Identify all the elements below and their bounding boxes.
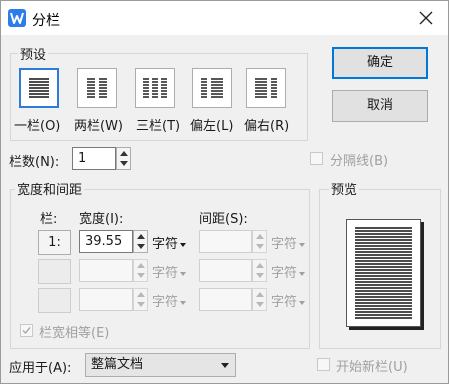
spacing-header: 间距(S):	[199, 212, 248, 227]
title-bar: 分栏	[1, 1, 448, 35]
spin-down-icon	[256, 273, 264, 278]
spacing-spinner-2[interactable]	[252, 259, 267, 282]
spacing-input-1[interactable]	[199, 230, 252, 253]
separator-checkbox[interactable]	[310, 152, 323, 165]
column-number-2	[38, 259, 71, 284]
spin-up-icon	[256, 292, 264, 297]
preset-label-one: 一栏(O)	[14, 119, 61, 134]
one-column-icon	[29, 78, 49, 98]
separator-label: 分隔线(B)	[330, 154, 389, 169]
preset-right[interactable]	[246, 68, 286, 108]
spin-down-icon	[137, 302, 145, 307]
width-spacing-section-label: 宽度和间距	[15, 179, 85, 198]
preset-label-left: 偏左(L)	[190, 119, 234, 134]
preset-label-right: 偏右(R)	[244, 119, 290, 134]
width-spinner-2[interactable]	[133, 259, 148, 282]
ok-button[interactable]: 确定	[332, 47, 428, 79]
chevron-down-icon	[299, 242, 306, 247]
right-columns-icon	[255, 78, 277, 98]
spacing-unit-1[interactable]: 字符	[271, 233, 306, 252]
two-columns-icon	[87, 78, 107, 98]
chevron-down-icon	[299, 271, 306, 276]
spacing-input-2[interactable]	[199, 259, 252, 282]
preset-label-three: 三栏(T)	[136, 119, 181, 134]
spin-down-icon	[256, 302, 264, 307]
spin-up-icon	[137, 263, 145, 268]
preset-two-columns[interactable]	[77, 68, 117, 108]
chevron-down-icon	[299, 300, 306, 305]
spacing-unit-2[interactable]: 字符	[271, 262, 306, 281]
column-number-1: 1:	[38, 230, 71, 255]
close-icon	[419, 11, 433, 25]
equal-width-label: 栏宽相等(E)	[39, 326, 110, 341]
width-header: 宽度(I):	[79, 212, 124, 227]
three-columns-icon	[143, 78, 167, 98]
width-input-1[interactable]: 39.55	[79, 230, 133, 253]
spin-up-icon	[256, 263, 264, 268]
spin-up-icon	[120, 151, 128, 156]
col-header: 栏:	[40, 212, 58, 227]
chevron-down-icon	[180, 242, 187, 247]
presets-section-label: 预设	[18, 44, 49, 63]
spin-down-icon	[256, 244, 264, 249]
preview-text-lines	[355, 227, 412, 319]
column-number-3	[38, 288, 71, 313]
spin-up-icon	[256, 234, 264, 239]
width-spinner-3[interactable]	[133, 288, 148, 311]
new-column-label: 开始新栏(U)	[336, 360, 408, 375]
preset-left[interactable]	[192, 68, 232, 108]
preview-label: 预览	[329, 179, 360, 198]
chevron-down-icon	[221, 363, 229, 368]
chevron-down-icon	[180, 271, 187, 276]
width-input-2[interactable]	[79, 259, 133, 282]
width-unit-3[interactable]: 字符	[152, 291, 187, 310]
spin-down-icon	[137, 273, 145, 278]
new-column-checkbox[interactable]	[317, 358, 330, 371]
spin-down-icon	[120, 161, 128, 166]
left-columns-icon	[201, 78, 223, 98]
cancel-button[interactable]: 取消	[332, 90, 428, 122]
width-input-3[interactable]	[79, 288, 133, 311]
width-unit-1[interactable]: 字符	[152, 233, 187, 252]
chevron-down-icon	[180, 300, 187, 305]
window-title: 分栏	[32, 13, 60, 29]
spin-up-icon	[137, 234, 145, 239]
width-spinner-1[interactable]	[133, 230, 148, 253]
preset-three-columns[interactable]	[135, 68, 175, 108]
spin-down-icon	[137, 244, 145, 249]
spacing-spinner-1[interactable]	[252, 230, 267, 253]
spin-up-icon	[137, 292, 145, 297]
width-unit-2[interactable]: 字符	[152, 262, 187, 281]
spacing-spinner-3[interactable]	[252, 288, 267, 311]
wps-logo-icon	[8, 9, 26, 27]
preset-label-two: 两栏(W)	[74, 119, 123, 134]
column-dialog: 分栏 预设 一栏(O) 两栏(W) 三栏(T) 偏左(L) 偏右(R) 确定 取…	[0, 0, 449, 384]
spacing-unit-3[interactable]: 字符	[271, 291, 306, 310]
spacing-input-3[interactable]	[199, 288, 252, 311]
apply-to-select[interactable]: 整篇文档	[85, 353, 236, 377]
apply-to-label: 应用于(A):	[9, 361, 72, 376]
column-count-spinner[interactable]	[116, 147, 131, 170]
close-button[interactable]	[414, 6, 438, 30]
column-count-input[interactable]: 1	[72, 147, 116, 170]
checkmark-icon	[22, 327, 31, 335]
preview-page	[346, 219, 421, 327]
apply-to-value: 整篇文档	[91, 357, 144, 372]
column-count-label: 栏数(N):	[9, 155, 60, 170]
preset-one-column[interactable]	[19, 68, 59, 108]
equal-width-checkbox[interactable]	[20, 324, 33, 337]
